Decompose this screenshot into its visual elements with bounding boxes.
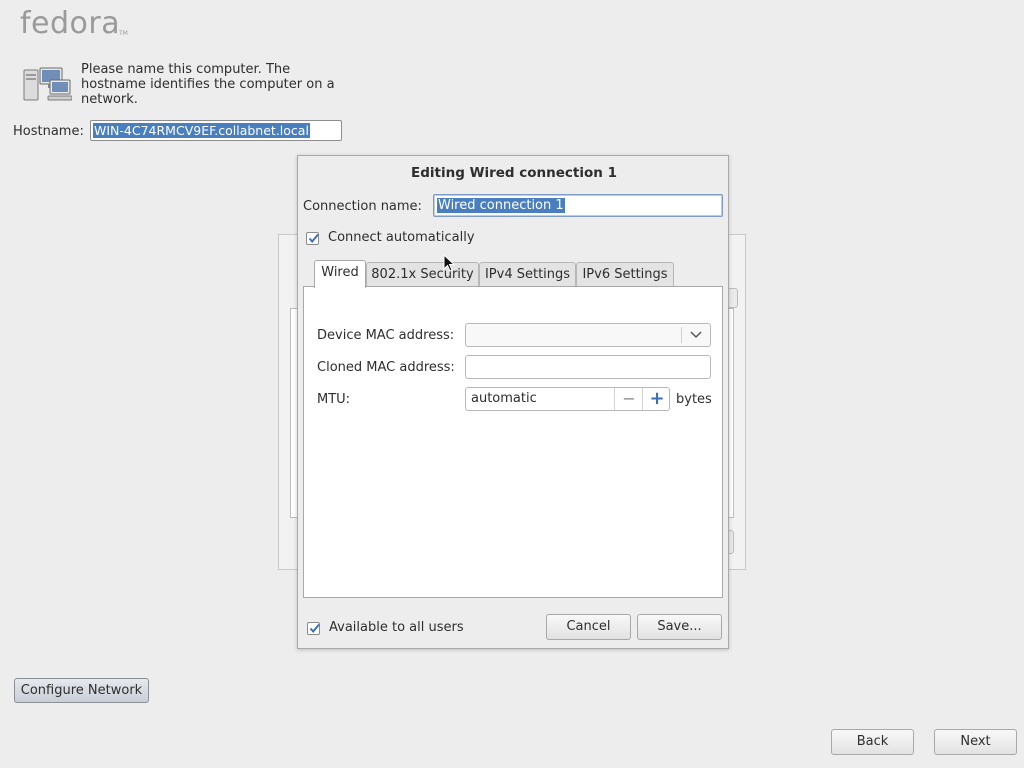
logo-trademark: TM [119,30,128,37]
wired-tab-panel: Device MAC address: Cloned MAC address: … [303,286,723,598]
mtu-unit-label: bytes [676,392,712,407]
hostname-label: Hostname: [13,124,84,139]
connection-name-label: Connection name: [303,199,422,214]
tab-ipv4-settings[interactable]: IPv4 Settings [479,262,576,286]
combo-separator [681,327,682,343]
edit-connection-dialog: Editing Wired connection 1 Connection na… [297,155,729,649]
chevron-down-icon[interactable] [690,330,702,340]
back-button[interactable]: Back [831,729,914,755]
checkmark-icon [308,233,319,244]
checkmark-icon [309,623,320,634]
connect-automatically-checkbox[interactable] [306,232,319,245]
cloned-mac-input[interactable] [465,355,711,379]
hostname-input[interactable]: WIN-4C74RMCV9EF.collabnet.local [90,120,342,141]
connection-name-input[interactable]: Wired connection 1 [433,194,723,217]
next-button[interactable]: Next [934,729,1017,755]
cloned-mac-label: Cloned MAC address: [317,360,455,375]
plus-icon[interactable]: + [642,388,671,410]
mouse-pointer-icon [443,254,455,272]
device-mac-label: Device MAC address: [317,328,455,343]
tab-8021x-security[interactable]: 802.1x Security [366,262,479,286]
minus-icon[interactable]: − [614,388,643,410]
connection-name-value: Wired connection 1 [437,198,565,213]
dialog-title: Editing Wired connection 1 [411,165,617,181]
mtu-spinbox[interactable]: automatic − + [465,387,670,411]
available-all-users-label: Available to all users [329,620,464,635]
device-mac-combobox[interactable] [465,323,711,347]
mtu-value: automatic [471,391,537,406]
available-all-users-checkbox[interactable] [307,622,320,635]
hostname-value: WIN-4C74RMCV9EF.collabnet.local [93,123,310,138]
save-button[interactable]: Save... [637,614,722,640]
hostname-intro-text: Please name this computer. The hostname … [81,62,335,107]
computer-network-icon [22,66,73,104]
cancel-button[interactable]: Cancel [546,614,631,640]
tab-wired[interactable]: Wired [314,260,366,288]
tab-ipv6-settings[interactable]: IPv6 Settings [576,262,674,286]
fedora-logo: fedora [20,6,121,41]
configure-network-button[interactable]: Configure Network [14,678,149,703]
connect-automatically-label: Connect automatically [328,230,475,245]
mtu-label: MTU: [317,392,351,407]
